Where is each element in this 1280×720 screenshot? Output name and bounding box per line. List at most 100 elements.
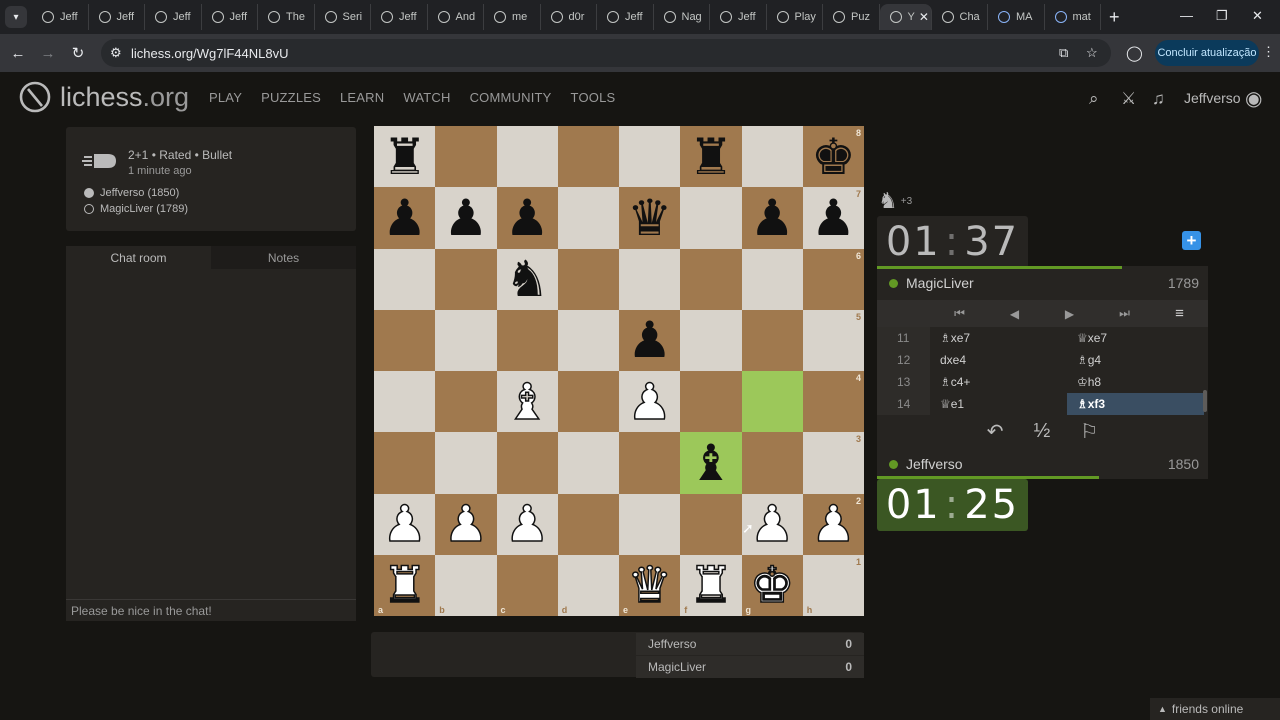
prev-move-icon[interactable]: ◀ xyxy=(987,307,1042,321)
square-d7[interactable] xyxy=(557,187,619,249)
new-tab-button[interactable]: + xyxy=(1109,7,1120,28)
white-pawn-icon[interactable]: ♟ xyxy=(810,498,856,550)
square-d3[interactable] xyxy=(557,432,619,494)
next-move-icon[interactable]: ▶ xyxy=(1042,307,1097,321)
square-f6[interactable] xyxy=(680,248,742,310)
square-g8[interactable] xyxy=(741,126,803,188)
white-pawn-icon[interactable]: ♟ xyxy=(443,498,489,550)
square-g4[interactable] xyxy=(741,371,803,433)
black-pawn-icon[interactable]: ♟ xyxy=(382,193,427,243)
white-pawn-icon[interactable]: ♟ xyxy=(504,498,550,550)
square-d5[interactable] xyxy=(557,309,619,371)
browser-tab[interactable]: Jeff xyxy=(32,4,89,30)
square-b1[interactable]: b xyxy=(435,554,497,616)
square-a2[interactable]: ♟ xyxy=(374,493,436,555)
add-time-button[interactable]: + xyxy=(1182,231,1201,250)
search-icon[interactable]: ⌕ xyxy=(1089,89,1099,109)
square-a1[interactable]: ♜ a xyxy=(374,554,436,616)
black-queen-icon[interactable]: ♛ xyxy=(627,193,672,243)
move-black[interactable]: ♗g4 xyxy=(1067,349,1204,371)
white-pawn-icon[interactable]: ♟ xyxy=(381,498,427,550)
square-a3[interactable] xyxy=(374,432,436,494)
tab-notes[interactable]: Notes xyxy=(211,246,356,269)
square-e3[interactable] xyxy=(619,432,681,494)
square-e5[interactable]: ♟ xyxy=(619,309,681,371)
browser-tab[interactable]: Jeff xyxy=(145,4,202,30)
bell-icon[interactable]: ♫ xyxy=(1152,89,1165,109)
back-icon[interactable]: ← xyxy=(3,45,33,62)
forward-icon[interactable]: → xyxy=(33,45,63,62)
square-a4[interactable] xyxy=(374,371,436,433)
square-c6[interactable]: ♞ xyxy=(496,248,558,310)
square-g1[interactable]: ♚ g xyxy=(741,554,803,616)
square-b2[interactable]: ♟ xyxy=(435,493,497,555)
square-f3[interactable]: ♝ xyxy=(680,432,742,494)
restore-icon[interactable]: ❐ xyxy=(1216,8,1228,24)
square-g6[interactable] xyxy=(741,248,803,310)
chess-board[interactable]: ♜ ♜ ♚ 8 ♟ ♟ ♟ ♛ ♟ ♟ 7 ♞ 6 ♟ 5 ♝ ♟ 4 ♝ 3 ♟ ♟ ♟ ♟ ♟ 2 ♜ a b c d ♛ e ♜ f ♚ g 1 h xyxy=(374,126,864,616)
browser-tab[interactable]: Jeff xyxy=(597,4,654,30)
close-window-icon[interactable]: ✕ xyxy=(1252,8,1263,24)
square-b3[interactable] xyxy=(435,432,497,494)
square-f8[interactable]: ♜ xyxy=(680,126,742,188)
nav-play[interactable]: PLAY xyxy=(209,90,242,105)
square-h7[interactable]: ♟ 7 xyxy=(802,187,864,249)
browser-tab[interactable]: me xyxy=(484,4,541,30)
square-c2[interactable]: ♟ xyxy=(496,493,558,555)
browser-tab[interactable]: MA xyxy=(988,4,1045,30)
move-black[interactable]: ♔h8 xyxy=(1067,371,1204,393)
square-h5[interactable]: 5 xyxy=(802,309,864,371)
nav-learn[interactable]: LEARN xyxy=(340,90,384,105)
move-list-scrollbar[interactable] xyxy=(1203,390,1207,412)
browser-tab[interactable]: Seri xyxy=(315,4,371,30)
black-pawn-icon[interactable]: ♟ xyxy=(750,193,795,243)
square-h2[interactable]: ♟ 2 xyxy=(802,493,864,555)
white-rook-icon[interactable]: ♜ xyxy=(688,560,734,612)
browser-tab[interactable]: Jeff xyxy=(371,4,428,30)
square-c7[interactable]: ♟ xyxy=(496,187,558,249)
black-king-icon[interactable]: ♚ xyxy=(811,132,856,182)
site-info-icon[interactable]: ⚙ xyxy=(110,45,122,61)
browser-tab[interactable]: Play xyxy=(767,4,823,30)
black-rook-icon[interactable]: ♜ xyxy=(688,132,733,182)
address-bar[interactable]: ⚙ lichess.org/Wg7lF44NL8vU ⧉ ☆ xyxy=(101,39,1111,67)
square-d2[interactable] xyxy=(557,493,619,555)
browser-tab[interactable]: Y ✕ xyxy=(879,4,932,30)
tab-search-button[interactable]: ▾ xyxy=(5,6,27,28)
square-c4[interactable]: ♝ xyxy=(496,371,558,433)
swords-icon[interactable]: ⚔ xyxy=(1121,89,1136,109)
last-move-icon[interactable]: ⏭ xyxy=(1097,306,1152,321)
square-h6[interactable]: 6 xyxy=(802,248,864,310)
square-h1[interactable]: 1h xyxy=(802,554,864,616)
black-pawn-icon[interactable]: ♟ xyxy=(443,193,488,243)
browser-tab[interactable]: Nag xyxy=(654,4,710,30)
square-e1[interactable]: ♛ e xyxy=(619,554,681,616)
square-a5[interactable] xyxy=(374,309,436,371)
tab-chat-room[interactable]: Chat room xyxy=(66,246,211,269)
square-b6[interactable] xyxy=(435,248,497,310)
square-e6[interactable] xyxy=(619,248,681,310)
move-black[interactable]: ♕xe7 xyxy=(1067,327,1204,349)
white-pawn-icon[interactable]: ♟ xyxy=(626,376,672,428)
square-c5[interactable] xyxy=(496,309,558,371)
friends-online-button[interactable]: ▲ friends online xyxy=(1150,698,1280,720)
nav-community[interactable]: COMMUNITY xyxy=(470,90,552,105)
square-d1[interactable]: d xyxy=(557,554,619,616)
first-move-icon[interactable]: ⏮ xyxy=(932,306,987,321)
black-pawn-icon[interactable]: ♟ xyxy=(811,193,856,243)
chat-input[interactable]: Please be nice in the chat! xyxy=(66,599,356,621)
move-white[interactable]: ♕e1 xyxy=(930,393,1067,415)
square-h4[interactable]: 4 xyxy=(802,371,864,433)
update-button[interactable]: Concluir atualização xyxy=(1155,40,1259,66)
move-white[interactable]: ♗c4+ xyxy=(930,371,1067,393)
white-player-link[interactable]: Jeffverso (1850) xyxy=(84,187,179,199)
browser-tab[interactable]: d0r xyxy=(541,4,597,30)
square-g7[interactable]: ♟ xyxy=(741,187,803,249)
browser-tab[interactable]: Cha xyxy=(932,4,988,30)
square-e2[interactable] xyxy=(619,493,681,555)
move-black[interactable]: ♗xf3 xyxy=(1067,393,1204,415)
nav-watch[interactable]: WATCH xyxy=(403,90,450,105)
move-white[interactable]: ♗xe7 xyxy=(930,327,1067,349)
black-pawn-icon[interactable]: ♟ xyxy=(505,193,550,243)
square-h3[interactable]: 3 xyxy=(802,432,864,494)
